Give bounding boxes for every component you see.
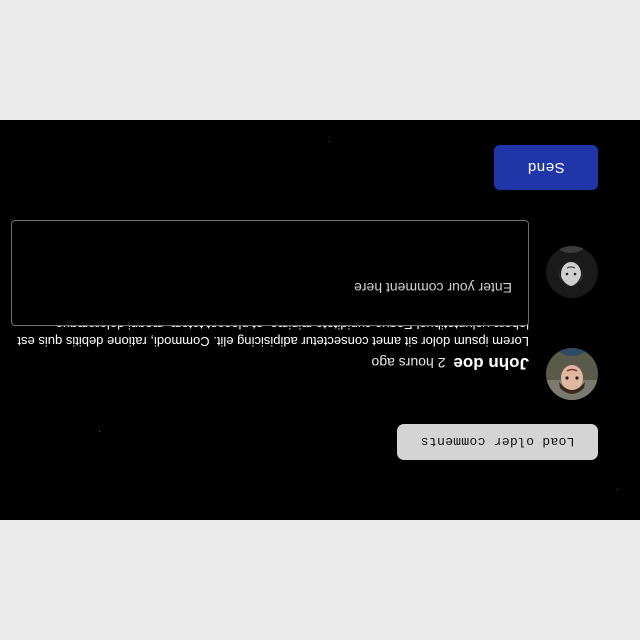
comments-panel: Load older comments John doe 2 hours ago… xyxy=(0,120,640,520)
comment-input[interactable] xyxy=(12,221,528,325)
load-older-comments-button[interactable]: Load older comments xyxy=(397,424,598,460)
comment-author-avatar xyxy=(546,348,598,400)
user-avatar-icon xyxy=(546,348,598,400)
comment-input-box xyxy=(11,220,529,326)
comment-author-name: John doe xyxy=(453,354,529,373)
current-user-avatar-icon xyxy=(546,246,598,298)
comment-header: John doe 2 hours ago xyxy=(371,353,529,373)
send-button[interactable]: Send xyxy=(494,145,598,190)
composer-avatar xyxy=(546,246,598,298)
page: Load older comments John doe 2 hours ago… xyxy=(0,0,640,640)
comment-timestamp: 2 hours ago xyxy=(371,355,446,371)
